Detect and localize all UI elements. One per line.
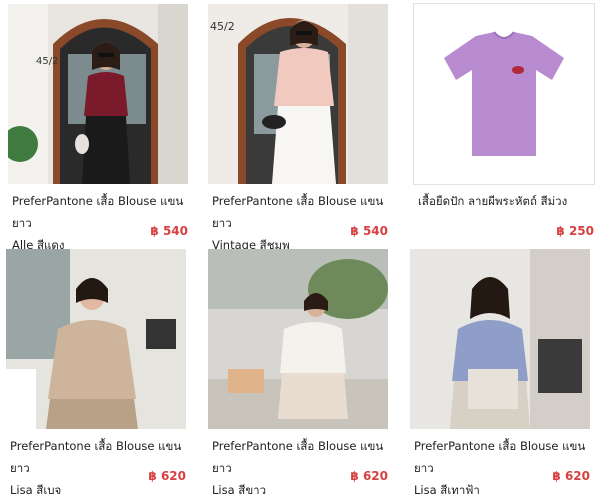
product-price: ฿ 540 <box>150 224 188 238</box>
product-photo[interactable] <box>410 249 590 429</box>
product-title[interactable]: PreferPantone เสื้อ Blouse แขนยาว Lisa ส… <box>414 435 590 501</box>
product-price: ฿ 620 <box>552 469 590 483</box>
product-price: ฿ 250 <box>556 224 594 238</box>
product-card[interactable]: PreferPantone เสื้อ Blouse แขนยาว Lisa ส… <box>410 249 590 497</box>
product-photo[interactable] <box>6 249 186 429</box>
product-card[interactable]: 45/2 PreferPantone เสื้อ Blouse แขนยาว V… <box>208 4 388 252</box>
product-card[interactable]: 45/2 PreferPantone เสื้อ Blouse แขนยาว A… <box>8 4 188 252</box>
product-title[interactable]: PreferPantone เสื้อ Blouse แขนยาว Lisa ส… <box>10 435 186 501</box>
storefront-sign: 45/2 <box>210 20 235 33</box>
product-title[interactable]: PreferPantone เสื้อ Blouse แขนยาว Alle ส… <box>12 190 188 256</box>
product-photo[interactable] <box>208 249 388 429</box>
product-price: ฿ 540 <box>350 224 388 238</box>
product-card[interactable]: PreferPantone เสื้อ Blouse แขนยาว Lisa ส… <box>6 249 186 497</box>
product-price: ฿ 620 <box>350 469 388 483</box>
product-title[interactable]: PreferPantone เสื้อ Blouse แขนยาว Lisa ส… <box>212 435 388 501</box>
product-card[interactable]: เสื้อยืดปัก ลายผีพระหัตถ์ สีม่วง ฿ 250 <box>413 3 595 244</box>
product-title[interactable]: PreferPantone เสื้อ Blouse แขนยาว Vintag… <box>212 190 388 256</box>
product-card[interactable]: PreferPantone เสื้อ Blouse แขนยาว Lisa ส… <box>208 249 388 497</box>
product-photo[interactable] <box>413 3 595 185</box>
product-price: ฿ 620 <box>148 469 186 483</box>
product-photo[interactable]: 45/2 <box>8 4 188 184</box>
product-photo[interactable]: 45/2 <box>208 4 388 184</box>
product-title[interactable]: เสื้อยืดปัก ลายผีพระหัตถ์ สีม่วง <box>418 190 594 212</box>
storefront-sign: 45/2 <box>36 56 58 67</box>
